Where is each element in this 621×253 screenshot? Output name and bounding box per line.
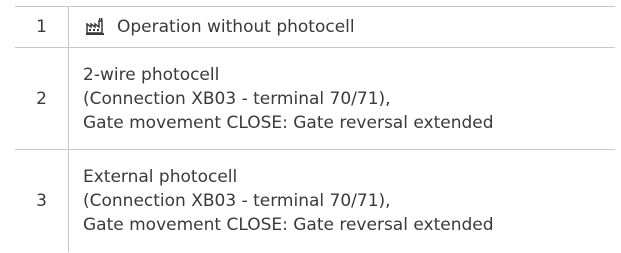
- row-description: Operation without photocell: [69, 7, 615, 47]
- table-row: 1 Operation without photocell: [15, 6, 615, 48]
- row-line: External photocell: [83, 167, 238, 187]
- row-line: Gate movement CLOSE: Gate reversal exten…: [83, 112, 494, 133]
- settings-table: 1 Operation without photocell 2 2-wire p…: [15, 6, 615, 252]
- row-number: 1: [15, 7, 69, 47]
- table-row: 2 2-wire photocell (Connection XB03 - te…: [15, 48, 615, 150]
- factory-icon: [85, 18, 105, 36]
- row-number: 2: [15, 48, 69, 149]
- row-number: 3: [15, 150, 69, 252]
- row-description: 2-wire photocell (Connection XB03 - term…: [69, 48, 615, 149]
- row-description: External photocell (Connection XB03 - te…: [69, 150, 615, 252]
- row-line: 2-wire photocell: [83, 64, 220, 85]
- row-line: Gate movement CLOSE: Gate reversal exten…: [83, 215, 494, 235]
- row-line: (Connection XB03 - terminal 70/71),: [83, 191, 391, 211]
- row-line: Operation without photocell: [117, 17, 355, 37]
- row-line: (Connection XB03 - terminal 70/71),: [83, 88, 391, 109]
- table-row: 3 External photocell (Connection XB03 - …: [15, 150, 615, 252]
